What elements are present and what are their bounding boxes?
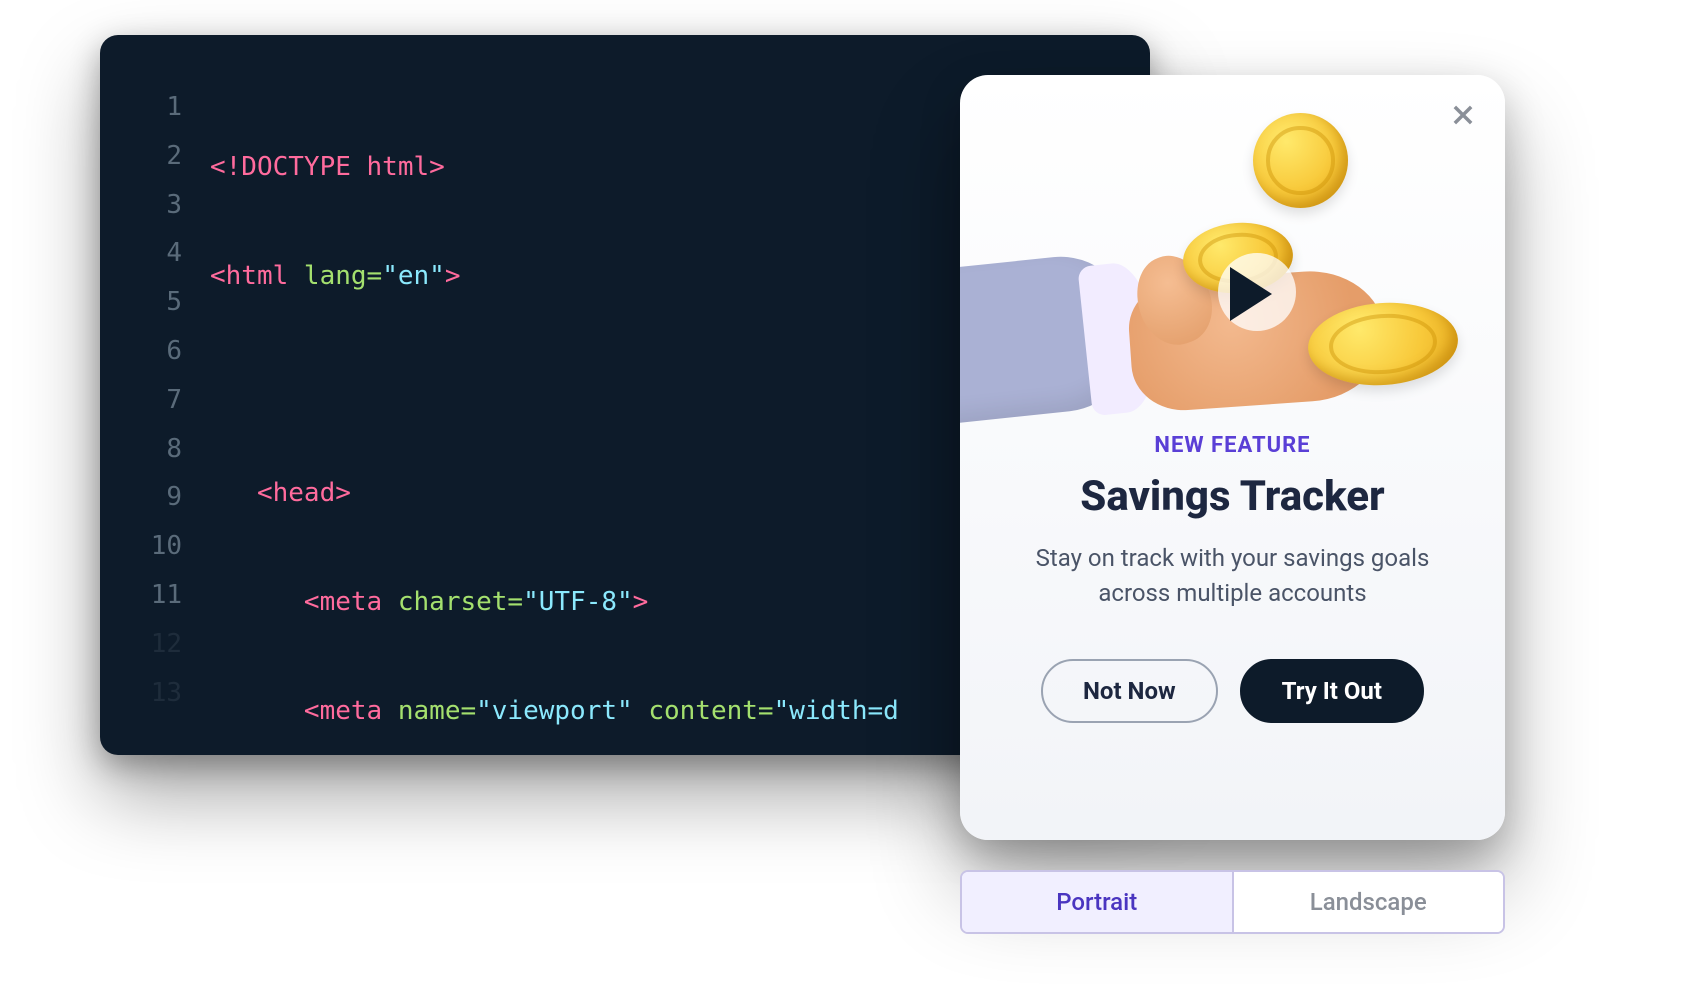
line-number-gutter: 1 2 3 4 5 6 7 8 9 10 11 12 13 xyxy=(100,35,210,755)
line-number: 5 xyxy=(166,278,182,327)
modal-description: Stay on track with your savings goals ac… xyxy=(960,541,1505,611)
play-icon[interactable] xyxy=(1230,267,1272,321)
line-number: 12 xyxy=(151,620,182,669)
line-number: 10 xyxy=(151,522,182,571)
modal-actions: Not Now Try It Out xyxy=(1041,659,1424,723)
line-number: 7 xyxy=(166,376,182,425)
line-number: 3 xyxy=(166,181,182,230)
landscape-tab[interactable]: Landscape xyxy=(1234,872,1504,932)
line-number: 8 xyxy=(166,425,182,474)
line-number: 13 xyxy=(151,669,182,718)
line-number: 11 xyxy=(151,571,182,620)
modal-title: Savings Tracker xyxy=(1080,472,1384,521)
line-number: 9 xyxy=(166,473,182,522)
coin-icon xyxy=(1253,113,1348,208)
try-it-out-button[interactable]: Try It Out xyxy=(1240,659,1424,723)
eyebrow-label: NEW FEATURE xyxy=(1154,433,1310,458)
preview-modal: NEW FEATURE Savings Tracker Stay on trac… xyxy=(960,75,1505,840)
line-number: 4 xyxy=(166,229,182,278)
line-number: 6 xyxy=(166,327,182,376)
portrait-tab[interactable]: Portrait xyxy=(962,872,1234,932)
orientation-toggle: Portrait Landscape xyxy=(960,870,1505,934)
line-number: 2 xyxy=(166,132,182,181)
not-now-button[interactable]: Not Now xyxy=(1041,659,1218,723)
hero-illustration xyxy=(960,85,1505,425)
line-number: 1 xyxy=(166,83,182,132)
